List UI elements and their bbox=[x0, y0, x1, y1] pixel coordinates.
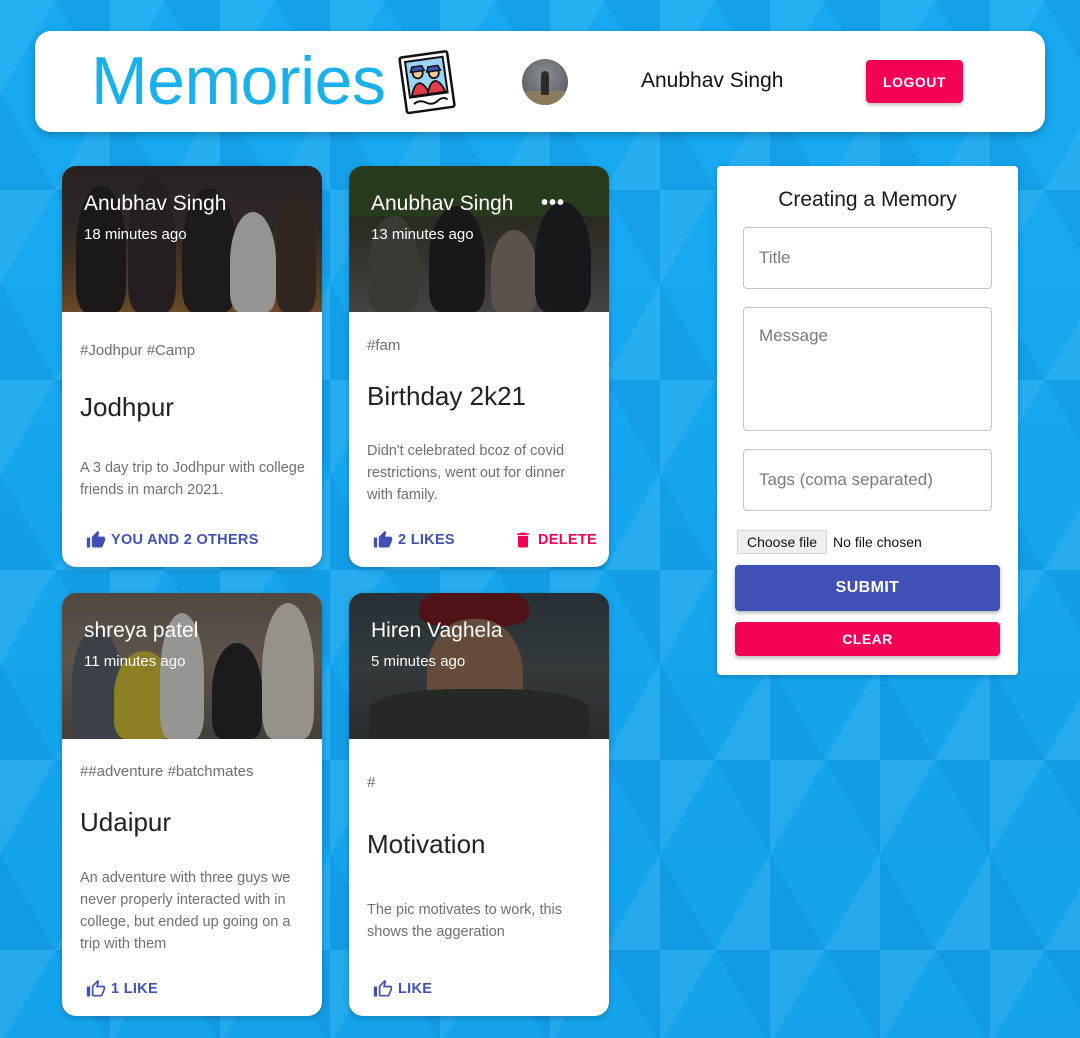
like-button[interactable]: YOU AND 2 OTHERS bbox=[86, 530, 259, 550]
post-title: Jodhpur bbox=[80, 392, 174, 422]
choose-file-button[interactable]: Choose file bbox=[737, 530, 828, 554]
post-message: Didn't celebrated bcoz of covid restrict… bbox=[367, 443, 566, 503]
like-label: YOU AND 2 OTHERS bbox=[111, 532, 259, 548]
card-media[interactable]: shreya patel 11 minutes ago bbox=[62, 593, 322, 739]
memory-card: shreya patel 11 minutes ago ##adventure … bbox=[62, 593, 322, 1016]
submit-button[interactable]: SUBMIT bbox=[735, 565, 1000, 611]
logout-button[interactable]: LOGOUT bbox=[866, 60, 963, 103]
card-media[interactable]: Anubhav Singh 18 minutes ago bbox=[62, 166, 322, 312]
post-tags: # bbox=[367, 774, 376, 791]
memory-card: Anubhav Singh 18 minutes ago #Jodhpur #C… bbox=[62, 166, 322, 567]
post-time: 11 minutes ago bbox=[84, 653, 186, 670]
tags-input[interactable] bbox=[743, 449, 992, 511]
brand-title: Memories bbox=[91, 43, 386, 119]
post-message: A 3 day trip to Jodhpur with college fri… bbox=[80, 460, 305, 498]
like-button[interactable]: 2 LIKES bbox=[373, 530, 455, 550]
like-button[interactable]: LIKE bbox=[373, 979, 432, 999]
app-bar: Memories Anubhav Singh LOGOUT bbox=[35, 31, 1045, 132]
message-input[interactable] bbox=[743, 307, 992, 431]
post-title: Motivation bbox=[367, 829, 486, 859]
thumb-up-filled-icon bbox=[373, 530, 393, 548]
delete-button[interactable]: DELETE bbox=[513, 530, 597, 550]
file-picker: Choose file No file chosen bbox=[737, 530, 922, 554]
post-title: Udaipur bbox=[80, 807, 172, 837]
memory-card: Anubhav Singh 13 minutes ago ••• #fam Bi… bbox=[349, 166, 609, 567]
trash-icon bbox=[517, 532, 529, 548]
like-label: LIKE bbox=[398, 981, 433, 997]
thumb-up-outline-icon bbox=[373, 979, 393, 997]
card-media[interactable]: Anubhav Singh 13 minutes ago ••• bbox=[349, 166, 609, 312]
title-input[interactable] bbox=[743, 227, 992, 289]
form-heading: Creating a Memory bbox=[778, 188, 957, 211]
post-author: Anubhav Singh bbox=[371, 192, 514, 215]
user-name: Anubhav Singh bbox=[641, 69, 784, 92]
post-title: Birthday 2k21 bbox=[367, 381, 526, 411]
post-message: The pic motivates to work, this shows th… bbox=[367, 902, 563, 940]
thumb-up-outline-icon bbox=[86, 979, 106, 997]
post-author: Anubhav Singh bbox=[84, 192, 227, 215]
like-label: 2 LIKES bbox=[398, 532, 455, 548]
more-options-button[interactable]: ••• bbox=[541, 192, 565, 215]
post-time: 18 minutes ago bbox=[84, 226, 187, 243]
post-author: shreya patel bbox=[84, 619, 199, 642]
delete-label: DELETE bbox=[538, 532, 597, 548]
post-tags: ##adventure #batchmates bbox=[80, 763, 254, 780]
post-tags: #Jodhpur #Camp bbox=[80, 342, 196, 359]
post-tags: #fam bbox=[367, 337, 401, 354]
clear-button[interactable]: CLEAR bbox=[735, 622, 1000, 656]
avatar-figure bbox=[541, 71, 549, 95]
post-time: 13 minutes ago bbox=[371, 226, 474, 243]
file-status: No file chosen bbox=[833, 534, 922, 550]
like-label: 1 LIKE bbox=[111, 981, 158, 997]
photo-memories-icon bbox=[398, 50, 456, 115]
memory-card: Hiren Vaghela 5 minutes ago # Motivation… bbox=[349, 593, 609, 1016]
card-media[interactable]: Hiren Vaghela 5 minutes ago bbox=[349, 593, 609, 739]
post-time: 5 minutes ago bbox=[371, 653, 466, 670]
post-message: An adventure with three guys we never pr… bbox=[80, 870, 291, 952]
thumb-up-filled-icon bbox=[86, 530, 106, 548]
avatar[interactable] bbox=[522, 59, 568, 105]
create-memory-form: Creating a Memory Choose file No file ch… bbox=[717, 166, 1018, 675]
like-button[interactable]: 1 LIKE bbox=[86, 979, 158, 999]
post-author: Hiren Vaghela bbox=[371, 619, 503, 642]
